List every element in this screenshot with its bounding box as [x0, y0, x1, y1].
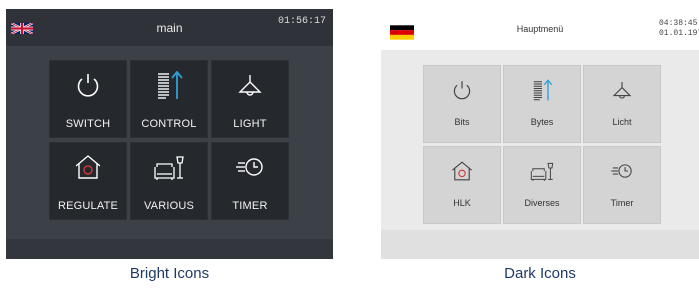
- control-tile[interactable]: CONTROL: [130, 60, 208, 138]
- bytes-tile[interactable]: Bytes: [503, 65, 581, 143]
- bits-tile[interactable]: Bits: [423, 65, 501, 143]
- timer-icon: [611, 164, 632, 178]
- tile-label: Timer: [610, 198, 634, 208]
- clock-readout: 04:38:45 01.01.1970: [659, 19, 699, 39]
- various-tile[interactable]: VARIOUS: [130, 142, 208, 220]
- bright-icons-screen: main 01:56:17 SWITCH CONTROL LIGHT REGUL…: [6, 9, 333, 259]
- tile-label: CONTROL: [141, 118, 197, 130]
- header-bar: main 01:56:17: [6, 9, 333, 46]
- tile-label: LIGHT: [233, 118, 267, 130]
- footer-bar: [381, 230, 699, 259]
- page-title: Hauptmenü: [516, 24, 564, 34]
- clock-date: 01.01.1970: [659, 29, 699, 38]
- footer-bar: [6, 239, 333, 259]
- tile-label: Licht: [612, 117, 632, 127]
- light-tile[interactable]: LIGHT: [211, 60, 289, 138]
- clock-time: 01:56:17: [277, 16, 326, 27]
- header-bar: Hauptmenü 04:38:45 01.01.1970: [381, 9, 699, 50]
- switch-tile[interactable]: SWITCH: [49, 60, 127, 138]
- sofa-lamp-icon: [154, 156, 184, 180]
- tile-label: VARIOUS: [143, 200, 195, 212]
- sofa-lamp-icon: [530, 162, 554, 181]
- tile-label: Bytes: [530, 117, 554, 127]
- regulate-tile[interactable]: REGULATE: [49, 142, 127, 220]
- tile-label: REGULATE: [57, 200, 119, 212]
- house-thermostat-icon: [452, 161, 472, 181]
- tile-label: HLK: [453, 198, 471, 208]
- tile-label: Bits: [454, 117, 470, 127]
- power-icon: [77, 74, 99, 97]
- dark-icons-screen: Hauptmenü 04:38:45 01.01.1970 Bits Bytes: [381, 9, 699, 259]
- house-thermostat-icon: [75, 155, 101, 179]
- caption-dark: Dark Icons: [504, 265, 576, 282]
- bytes-arrow-icon: [533, 79, 553, 101]
- timer-icon: [236, 158, 263, 176]
- tile-label: SWITCH: [65, 118, 111, 130]
- lamp-icon: [612, 82, 632, 99]
- timer-tile[interactable]: Timer: [583, 146, 661, 224]
- diverses-tile[interactable]: Diverses: [503, 146, 581, 224]
- lamp-icon: [238, 75, 262, 96]
- hlk-tile[interactable]: HLK: [423, 146, 501, 224]
- bytes-arrow-icon: [158, 70, 183, 99]
- clock-time: 04:38:45: [659, 19, 698, 28]
- power-icon: [453, 81, 471, 100]
- caption-bright: Bright Icons: [129, 265, 210, 282]
- tile-label: TIMER: [232, 200, 268, 212]
- timer-tile[interactable]: TIMER: [211, 142, 289, 220]
- menu-grid: SWITCH CONTROL LIGHT REGULATE VARIOUS TI…: [49, 60, 289, 220]
- tile-label: Diverses: [524, 198, 560, 208]
- licht-tile[interactable]: Licht: [583, 65, 661, 143]
